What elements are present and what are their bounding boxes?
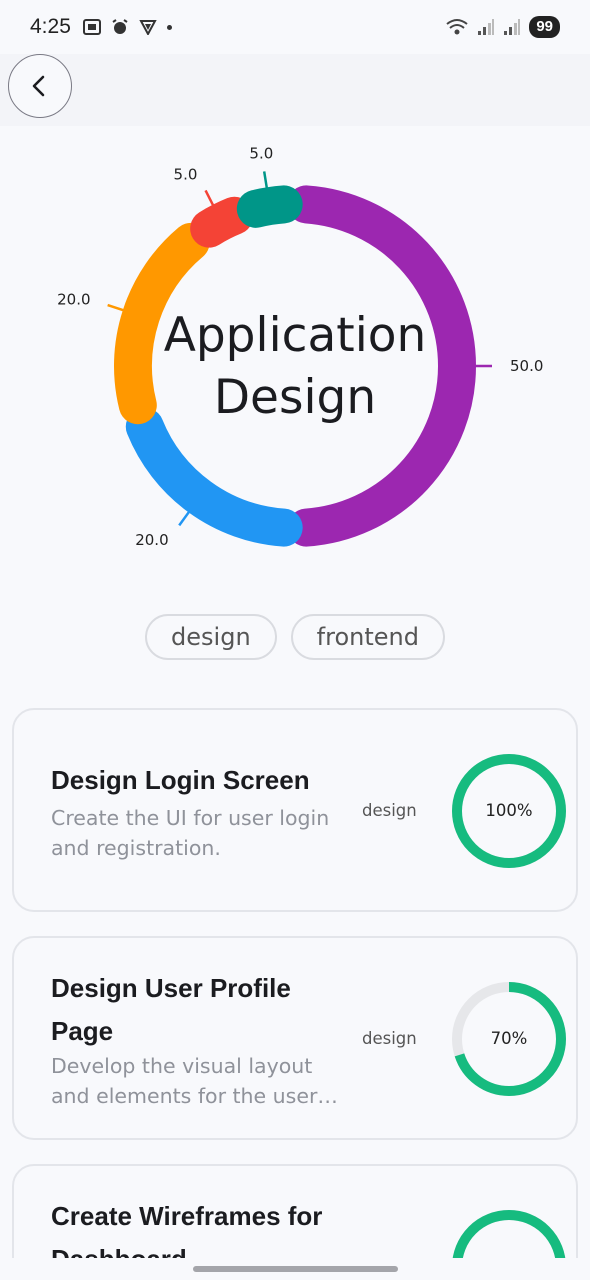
donut-slice-label: 5.0 [249,145,273,163]
task-description: Develop the visual layout and elements f… [51,1054,318,1108]
battery-level: 99 [529,16,560,38]
chevron-left-icon [32,75,45,97]
donut-slice-label: 50.0 [510,357,543,375]
task-card[interactable]: Design User Profile Page Develop the vis… [12,936,578,1140]
donut-slice-label: 20.0 [57,291,90,309]
task-title: Design User Profile Page [51,973,291,1046]
back-button[interactable] [8,54,72,118]
donut-slice-label: 20.0 [135,531,168,549]
signal-icon [504,19,521,35]
donut-slice [236,185,303,228]
project-donut-chart: 50.0 20.0 20.0 5.0 5.0 Application Design [0,126,590,606]
project-tags: design frontend [0,614,590,660]
app-header [0,54,590,126]
donut-slice [125,407,303,547]
donut-slice-label: 5.0 [174,165,198,183]
task-tag: design [362,801,417,820]
donut-slice-leader [178,510,191,527]
vpn-icon [139,20,157,35]
signal-icon [478,19,495,35]
notification-dot-icon [166,24,172,30]
donut-slice-leader [262,171,269,190]
tag-chip-frontend[interactable]: frontend [290,614,445,660]
donut-slice-leader [204,189,215,208]
donut-chart-svg: 50.0 20.0 20.0 5.0 5.0 Application Design [57,145,543,549]
task-tag: design [362,1029,417,1048]
home-indicator[interactable] [193,1266,398,1272]
donut-slice [190,196,254,248]
donut-slice [287,185,476,547]
chart-title-line1: Application [164,308,427,363]
task-card[interactable]: Design Login Screen Create the UI for us… [12,708,578,912]
progress-percent: 70% [490,1029,528,1048]
task-description: Create the UI for user login and registr… [51,806,330,860]
task-title: Design Login Screen [51,765,310,795]
wifi-icon [446,19,468,35]
progress-percent: 100% [485,801,533,820]
chart-title-line2: Design [214,370,376,425]
status-bar: 4:25 99 [0,0,590,54]
screenshot-icon [82,19,101,35]
donut-slice-leader [107,303,126,312]
alarm-icon [112,19,128,34]
status-time: 4:25 [30,15,71,38]
tag-chip-design[interactable]: design [145,614,277,660]
